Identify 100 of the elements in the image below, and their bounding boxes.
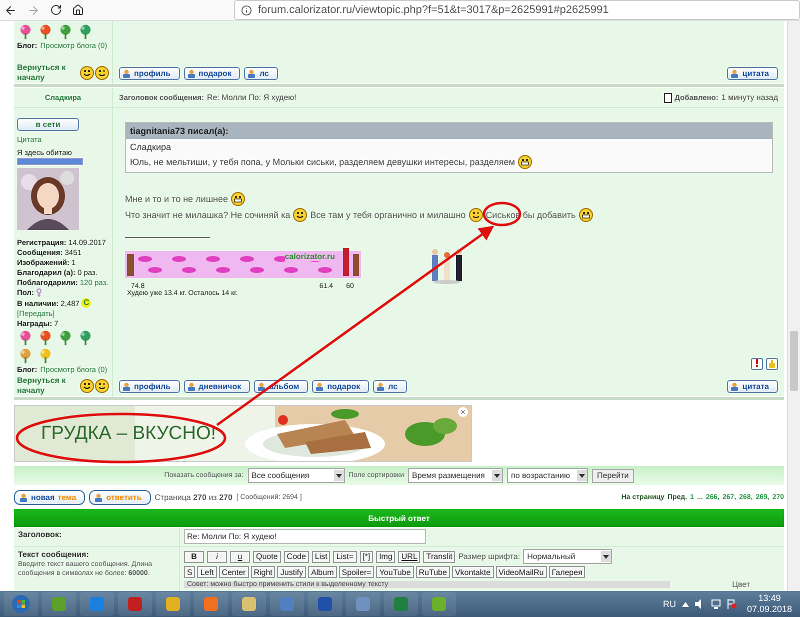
page-info: Страница 270 из 270 xyxy=(154,492,232,502)
smiley-icon xyxy=(80,379,94,393)
language-indicator[interactable]: RU xyxy=(662,599,676,609)
message-text: Мне и то и то не лишнее xyxy=(125,194,228,204)
format-button[interactable]: Img xyxy=(376,550,396,562)
thumb-icon xyxy=(769,360,775,368)
caret-icon[interactable] xyxy=(334,470,344,481)
sort-select[interactable]: Время размещения xyxy=(408,468,503,483)
online-button[interactable]: в сети xyxy=(17,118,79,131)
flag-icon[interactable] xyxy=(726,599,737,609)
person-icon xyxy=(257,382,266,390)
format-button[interactable]: VideoMailRu xyxy=(496,566,547,578)
smiley-icon xyxy=(518,155,532,169)
thanks-button[interactable] xyxy=(766,358,778,370)
app-icon[interactable] xyxy=(156,592,190,616)
female-icon xyxy=(36,288,42,297)
scrollbar[interactable] xyxy=(787,21,800,591)
app-icon[interactable] xyxy=(42,592,76,616)
go-button[interactable]: Перейти xyxy=(592,468,634,482)
caret-icon[interactable] xyxy=(601,551,612,562)
app-icon[interactable] xyxy=(422,592,456,616)
message-text: Что значит не милашка? Не сочиняй ка xyxy=(125,210,290,220)
person-icon xyxy=(315,382,324,390)
format-button[interactable]: u xyxy=(230,550,250,562)
format-button[interactable]: [*] xyxy=(360,550,374,562)
app-glyph-icon xyxy=(51,596,67,612)
app-glyph-icon xyxy=(317,596,333,612)
windows-icon xyxy=(11,594,31,614)
format-button[interactable]: Album xyxy=(308,566,337,578)
app-icon[interactable] xyxy=(232,592,266,616)
format-button[interactable]: i xyxy=(207,550,227,562)
font-size-select[interactable]: Нормальный xyxy=(523,549,612,564)
app-icon[interactable] xyxy=(194,592,228,616)
back-to-top-link[interactable]: Вернуться к началу xyxy=(17,63,79,83)
smiley-icon xyxy=(95,379,109,393)
format-button[interactable]: URL xyxy=(398,550,420,562)
tray-arrow-icon[interactable] xyxy=(682,602,689,606)
caret-icon[interactable] xyxy=(577,470,587,481)
forum-button[interactable]: подарок xyxy=(184,66,240,80)
format-button[interactable]: List= xyxy=(333,550,356,562)
app-glyph-icon xyxy=(127,596,143,612)
forum-button[interactable]: профиль xyxy=(119,66,180,80)
format-button[interactable]: Right xyxy=(250,566,276,578)
network-icon[interactable] xyxy=(710,599,721,609)
format-button[interactable]: RuTube xyxy=(416,566,450,578)
back-to-top-link[interactable]: Вернуться к началу xyxy=(17,376,79,396)
new-topic-button[interactable]: новая тема xyxy=(14,490,86,504)
message-text: Все там у тебя органично и милашно xyxy=(310,210,466,220)
app-icon[interactable] xyxy=(346,592,380,616)
forum-button[interactable]: профиль xyxy=(119,380,180,392)
exclamation-icon xyxy=(755,359,759,367)
report-button[interactable] xyxy=(751,358,763,370)
smiley-icon xyxy=(468,208,483,222)
home-icon[interactable] xyxy=(72,4,84,16)
order-select[interactable]: по возрастанию xyxy=(507,468,588,483)
format-button[interactable]: Justify xyxy=(277,566,306,578)
smiley-icon xyxy=(95,66,109,80)
subject-field[interactable]: Re: Молли По: Я худею! xyxy=(184,529,426,544)
format-button[interactable]: List xyxy=(312,550,330,562)
quote-button[interactable]: цитата xyxy=(727,380,778,392)
app-glyph-icon xyxy=(393,596,409,612)
forward-icon[interactable] xyxy=(27,4,40,16)
format-button[interactable]: Галерея xyxy=(548,566,586,578)
app-glyph-icon xyxy=(89,596,105,612)
forum-button[interactable]: подарок xyxy=(312,380,370,392)
app-glyph-icon xyxy=(431,596,447,612)
format-button[interactable]: Spoiler= xyxy=(338,566,374,578)
start-button[interactable] xyxy=(4,592,38,616)
person-icon xyxy=(186,68,196,78)
format-button[interactable]: B xyxy=(184,550,204,562)
period-select[interactable]: Все сообщения xyxy=(248,468,344,483)
text-label: Текст сообщения: xyxy=(18,550,90,559)
format-button[interactable]: Center xyxy=(218,566,249,578)
app-icon[interactable] xyxy=(308,592,342,616)
format-button[interactable]: YouTube xyxy=(376,566,414,578)
format-button[interactable]: S xyxy=(184,566,196,578)
forum-button[interactable]: лс xyxy=(244,66,278,80)
back-icon[interactable] xyxy=(4,4,17,16)
person-icon xyxy=(19,492,28,502)
subject-label: Заголовок: xyxy=(18,530,63,539)
ad-headline: ГРУДКА – ВКУСНО! xyxy=(41,423,216,445)
ad-banner[interactable]: ГРУДКА – ВКУСНО! × xyxy=(14,405,472,462)
reload-icon[interactable] xyxy=(50,4,62,16)
scrollbar-thumb[interactable] xyxy=(790,331,798,391)
address-bar[interactable]: forum.calorizator.ru/viewtopic.php?f=51&t=3017&p=2625991#p2625991 xyxy=(234,0,800,20)
document-icon xyxy=(664,92,672,102)
format-button[interactable]: Translit xyxy=(423,550,456,562)
format-button[interactable]: Vkontakte xyxy=(452,566,494,578)
format-button[interactable]: Left xyxy=(197,566,217,578)
forum-button[interactable]: лс xyxy=(373,380,407,392)
format-button[interactable]: Quote xyxy=(253,550,281,562)
caret-icon[interactable] xyxy=(492,470,502,481)
forum-button[interactable]: дневничок xyxy=(184,380,250,392)
clock[interactable]: 13:49 07.09.2018 xyxy=(742,593,796,615)
coin-icon: C xyxy=(81,298,92,308)
color-label: Цвет xyxy=(732,580,750,589)
format-button[interactable]: Code xyxy=(284,550,309,562)
app-glyph-icon xyxy=(165,596,181,612)
smiley-icon xyxy=(293,208,308,222)
quote-button[interactable]: цитата xyxy=(727,66,778,80)
